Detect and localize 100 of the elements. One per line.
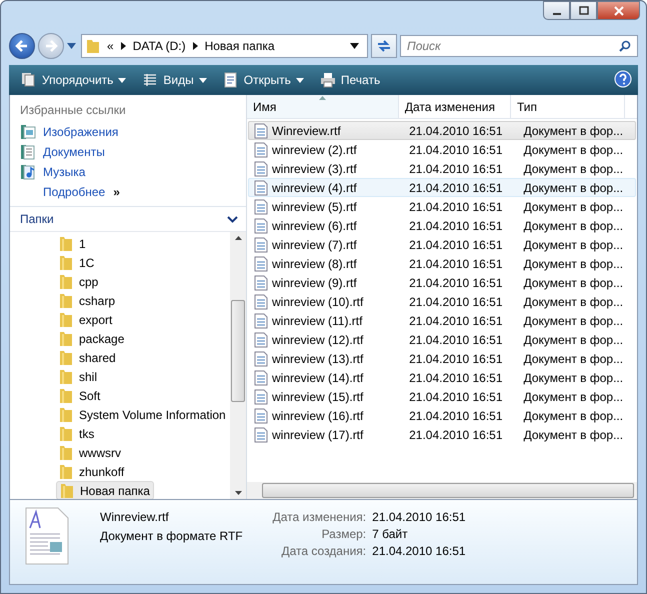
more-link[interactable]: Подробнее » [20,182,246,202]
folder-tree-item[interactable]: Новая папка [56,481,154,499]
folder-icon [59,274,73,290]
help-button[interactable] [614,70,632,90]
file-row[interactable]: winreview (9).rtf 21.04.2010 16:51 Документ в фор... [248,273,636,292]
file-row[interactable]: winreview (11).rtf 21.04.2010 16:51 Документ в фор... [248,311,636,330]
toolbar-button[interactable]: Виды [136,69,213,91]
document-icon [254,256,268,272]
file-name: winreview (2).rtf [272,142,357,156]
file-row[interactable]: winreview (3).rtf 21.04.2010 16:51 Документ в фор... [248,159,636,178]
scroll-up-icon [234,236,242,240]
file-row[interactable]: winreview (17).rtf 21.04.2010 16:51 Документ в фор... [248,425,636,444]
type-cell-text: Документ в фор... [522,332,624,348]
folder-tree-item[interactable]: wwwsrv [56,443,124,462]
file-row[interactable]: winreview (16).rtf 21.04.2010 16:51 Документ в фор... [248,406,636,425]
minimize-button[interactable] [543,1,570,20]
file-name: winreview (7).rtf [272,238,357,252]
date-cell-text: 21.04.2010 16:51 [408,142,504,158]
date-cell-text: 21.04.2010 16:51 [408,198,504,215]
folder-tree-item[interactable]: csharp [56,291,118,310]
file-row[interactable]: winreview (15).rtf 21.04.2010 16:51 Документ в фор... [248,387,636,406]
breadcrumb[interactable]: DATA (D:) [132,39,186,53]
history-dropdown-icon[interactable] [67,43,76,49]
document-icon [254,294,268,310]
pictures-folder-icon [20,124,36,140]
property-value: 7 байт [372,527,409,541]
date-cell-text: 21.04.2010 16:51 [408,274,504,291]
file-row[interactable]: winreview (7).rtf 21.04.2010 16:51 Документ в фор... [248,235,636,254]
back-button[interactable] [9,33,35,59]
folder-tree-item[interactable]: Soft [56,386,104,405]
search-icon [619,40,631,52]
folder-tree-item[interactable]: zhunkoff [56,462,128,481]
file-name: winreview (3).rtf [272,162,357,176]
file-row[interactable]: winreview (8).rtf 21.04.2010 16:51 Документ в фор... [248,254,636,273]
property-value: 21.04.2010 16:51 [372,544,466,558]
toolbar-button[interactable]: Печать [314,69,386,91]
folder-tree-item[interactable]: System Volume Information [56,405,229,424]
file-row[interactable]: winreview (5).rtf 21.04.2010 16:51 Документ в фор... [248,197,636,216]
favorite-link[interactable]: Документы [20,142,246,162]
file-name: winreview (9).rtf [272,276,357,290]
toolbar-button[interactable]: Упорядочить [15,69,132,91]
date-cell-text: 21.04.2010 16:51 [408,236,504,253]
file-row[interactable]: winreview (6).rtf 21.04.2010 16:51 Документ в фор... [248,216,636,235]
printer-icon [320,72,336,88]
folder-tree-item[interactable]: tks [56,424,98,443]
dropdown-icon [118,78,126,82]
document-icon [254,160,268,176]
file-row[interactable]: winreview (10).rtf 21.04.2010 16:51 Документ в фор... [248,292,636,311]
column-header[interactable]: Тип [510,95,625,119]
file-name: winreview (4).rtf [272,180,357,194]
file-row[interactable]: winreview (4).rtf 21.04.2010 16:51 Документ в фор... [248,178,636,197]
close-button[interactable] [597,1,640,20]
folder-tree-item[interactable]: export [56,310,116,329]
folder-tree-item[interactable]: 1C [56,253,98,272]
document-icon [254,236,268,252]
folder-tree-item[interactable]: shared [56,348,119,367]
file-row[interactable]: winreview (13).rtf 21.04.2010 16:51 Документ в фор... [248,349,636,368]
vertical-scrollbar[interactable] [230,232,246,499]
document-icon [254,274,268,290]
file-row[interactable]: winreview (2).rtf 21.04.2010 16:51 Документ в фор... [248,140,636,159]
type-cell-text: Документ в фор... [522,388,624,405]
horizontal-scrollbar[interactable] [247,482,637,499]
document-icon [254,122,268,138]
dropdown-icon[interactable] [350,43,359,49]
folder-icon [59,292,73,308]
maximize-button[interactable] [570,1,597,20]
folder-icon [59,464,73,480]
search-field[interactable]: Поиск [400,35,638,57]
property-label: Дата создания: [280,544,366,558]
file-name: winreview (6).rtf [272,218,357,232]
folder-icon [59,444,73,460]
property-label: Размер: [320,527,366,541]
column-header[interactable]: Имя [247,95,399,119]
document-icon [254,332,268,348]
file-row[interactable]: winreview (12).rtf 21.04.2010 16:51 Документ в фор... [248,330,636,349]
folder-icon [59,388,73,404]
folder-tree-item[interactable]: shil [56,367,100,386]
date-cell-text: 21.04.2010 16:51 [408,408,504,424]
file-row[interactable]: Winreview.rtf 21.04.2010 16:51 Документ в фор... [248,121,636,140]
folder-tree-item[interactable]: 1 [56,234,89,253]
refresh-button[interactable] [371,34,397,58]
folder-tree-item[interactable]: package [56,329,128,348]
column-header[interactable]: Дата изменения [398,95,511,119]
date-cell-text: 21.04.2010 16:51 [408,350,504,367]
folder-icon [59,330,73,346]
favorite-link[interactable]: Изображения [20,122,246,142]
file-row[interactable]: winreview (14).rtf 21.04.2010 16:51 Документ в фор... [248,368,636,387]
folder-tree-item[interactable]: cpp [56,272,102,291]
type-cell-text: Документ в фор... [522,408,624,424]
favorite-link[interactable]: Музыка [20,162,246,182]
type-cell-text: Документ в фор... [522,160,624,177]
type-cell-text: Документ в фор... [522,122,624,139]
folders-header[interactable]: Папки [10,207,246,232]
file-name: winreview (15).rtf [272,390,364,404]
breadcrumb[interactable]: Новая папка [204,39,275,53]
forward-button[interactable] [38,33,64,59]
document-icon [254,218,268,234]
breadcrumb[interactable]: « [107,39,114,53]
toolbar-button[interactable]: Открыть [216,69,310,91]
address-bar[interactable]: « DATA (D:) Новая папка [81,34,368,58]
